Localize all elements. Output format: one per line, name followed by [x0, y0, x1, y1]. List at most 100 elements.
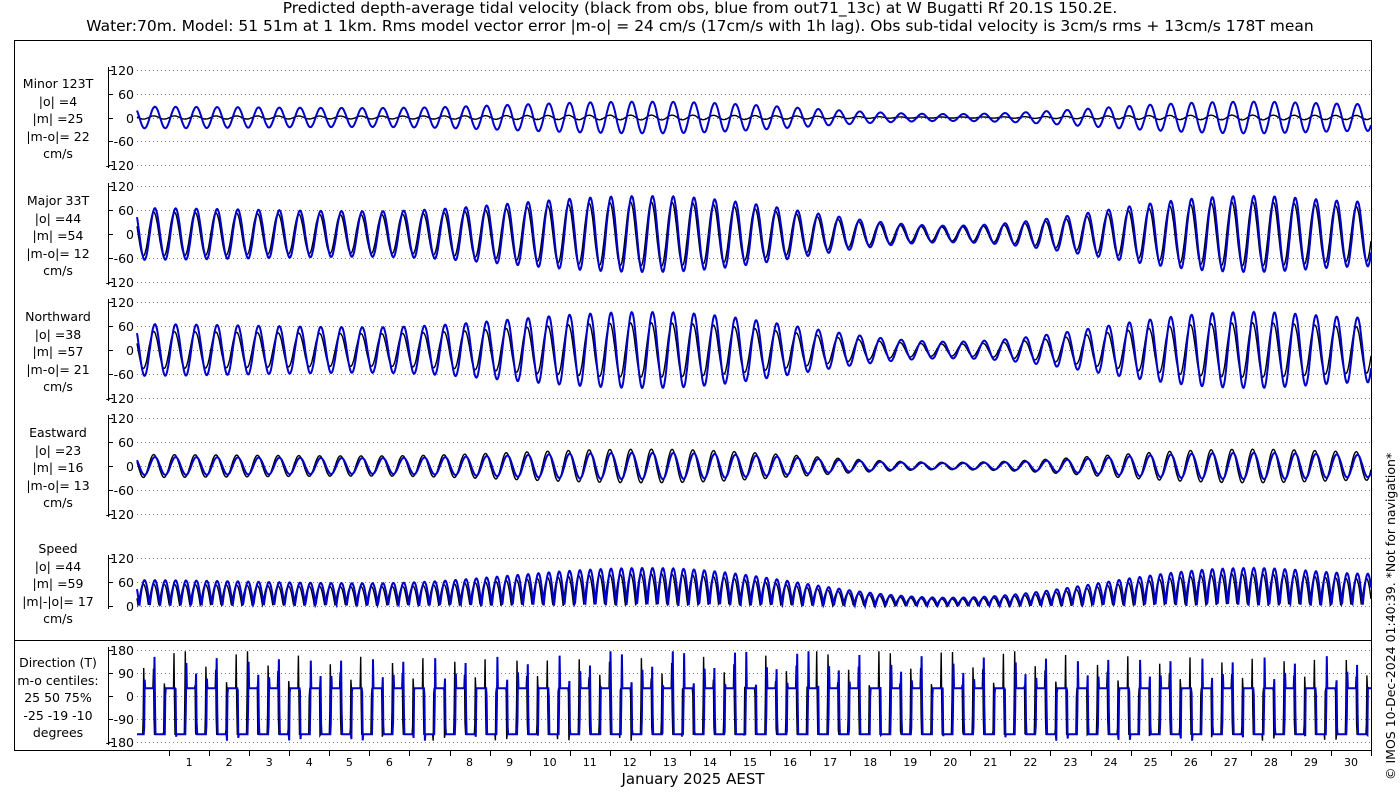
panel-label-line: |o| =23 [34, 442, 82, 458]
y-tick-label: -120 [106, 391, 134, 406]
y-tick-label: -60 [114, 251, 134, 266]
panel-label-minor: Minor 123T |o| =4 |m| =25 |m-o|= 22 cm/s [8, 75, 108, 163]
x-tick-label: 26 [1184, 756, 1198, 769]
x-tick-label: 24 [1104, 756, 1118, 769]
model-series [136, 310, 1372, 390]
y-tick-label: -120 [106, 507, 134, 522]
panel-label-line: cm/s [43, 611, 73, 626]
x-tick-label: 14 [703, 756, 717, 769]
panel-label-line: |m| =25 [32, 111, 84, 126]
y-tick-label: 0 [126, 459, 134, 474]
y-tick-label: -60 [114, 134, 134, 149]
panel-label-east: Eastward |o| =23 |m| =16 |m-o|= 13 cm/s [8, 424, 108, 512]
panel-label-line: m-o centiles: [17, 672, 99, 688]
y-tick-label: 0 [126, 343, 134, 358]
x-tick-label: 10 [543, 756, 557, 769]
x-tick-label: 16 [783, 756, 797, 769]
y-tick-label: 180 [110, 643, 134, 658]
y-tick-label: -180 [106, 735, 134, 750]
x-tick-label: 6 [386, 756, 393, 769]
model-series [136, 566, 1372, 610]
x-tick-label: 30 [1344, 756, 1358, 769]
x-tick-label: 15 [743, 756, 757, 769]
tidal-velocity-chart: -120-60060120-120-60060120-120-60060120-… [14, 40, 1372, 769]
panel-label-line: cm/s [43, 379, 73, 394]
panel-label-speed: Speed |o| =44 |m| =59 |m|-|o|= 17 cm/s [8, 540, 108, 628]
x-tick-label: 2 [226, 756, 233, 769]
y-tick-label: -120 [106, 275, 134, 290]
x-tick-label: 29 [1304, 756, 1318, 769]
model-series [136, 194, 1372, 274]
y-tick-label: 0 [126, 689, 134, 704]
x-tick-label: 9 [506, 756, 513, 769]
panel-label-line: |m| =54 [32, 228, 84, 243]
y-tick-label: 60 [118, 203, 134, 218]
x-tick-label: 21 [983, 756, 997, 769]
x-tick-label: 19 [903, 756, 917, 769]
y-tick-label: -60 [114, 483, 134, 498]
x-tick-label: 17 [823, 756, 837, 769]
panel-label-north: Northward |o| =38 |m| =57 |m-o|= 21 cm/s [8, 308, 108, 396]
panel-label-major: Major 33T |o| =44 |m| =54 |m-o|= 12 cm/s [8, 192, 108, 280]
panel-label-line: |m-o|= 13 [26, 477, 90, 493]
x-tick-label: 25 [1144, 756, 1158, 769]
y-tick-label: 0 [126, 227, 134, 242]
panel-label-line: |o| =44 [34, 210, 82, 226]
copyright-credit: © IMOS 10-Dec-2024 01:40:39. *Not for na… [1383, 452, 1398, 780]
panel-label-line: |m-o|= 12 [26, 245, 90, 261]
y-tick-label: -90 [114, 712, 134, 727]
y-tick-label: 60 [118, 575, 134, 590]
panel-label-line: Minor 123T [22, 76, 94, 91]
y-tick-label: 60 [118, 87, 134, 102]
panel-label-line: |m| =16 [32, 460, 84, 475]
y-tick-label: 90 [118, 666, 134, 681]
x-axis-label: January 2025 AEST [621, 770, 765, 788]
x-tick-label: 8 [466, 756, 473, 769]
panel-label-line: |m| =59 [32, 576, 84, 591]
panel-label-direction: Direction (T) m-o centiles: 25 50 75% -2… [8, 654, 108, 742]
y-tick-label: 120 [110, 411, 134, 426]
y-tick-label: -120 [106, 158, 134, 173]
panel-label-line: |m-o|= 22 [26, 128, 90, 144]
panel-label-line: |m-o|= 21 [26, 361, 90, 377]
panel-label-line: cm/s [43, 146, 73, 161]
x-tick-label: 11 [583, 756, 597, 769]
y-tick-label: 0 [126, 111, 134, 126]
panel-label-line: cm/s [43, 263, 73, 278]
y-tick-label: 60 [118, 319, 134, 334]
panel-label-line: Speed [38, 541, 78, 556]
panel-label-line: cm/s [43, 495, 73, 510]
panel-label-line: Direction (T) [19, 655, 97, 670]
panel-label-line: Northward [25, 309, 91, 324]
y-tick-label: 120 [110, 179, 134, 194]
x-tick-label: 27 [1224, 756, 1238, 769]
x-tick-label: 7 [426, 756, 433, 769]
model-series [136, 100, 1372, 135]
x-tick-label: 5 [346, 756, 353, 769]
x-tick-label: 3 [266, 756, 273, 769]
panel-label-line: Eastward [29, 425, 87, 440]
x-tick-label: 23 [1064, 756, 1078, 769]
panel-label-line: degrees [32, 725, 84, 740]
y-tick-label: -60 [114, 367, 134, 382]
y-tick-label: 120 [110, 63, 134, 78]
y-tick-label: 120 [110, 551, 134, 566]
x-tick-label: 12 [623, 756, 637, 769]
panel-label-line: |m| =57 [32, 344, 84, 359]
panel-label-line: |o| =38 [34, 326, 82, 342]
panel-label-line: |o| =44 [34, 558, 82, 574]
panel-label-line: 25 50 75% [24, 690, 92, 705]
model-series [136, 451, 1372, 481]
panel-label-line: |o| =4 [38, 93, 78, 109]
panel-label-line: Major 33T [26, 193, 90, 208]
x-tick-label: 20 [943, 756, 957, 769]
x-tick-label: 22 [1023, 756, 1037, 769]
x-tick-label: 4 [306, 756, 313, 769]
y-tick-label: 0 [126, 599, 134, 614]
y-tick-label: 120 [110, 295, 134, 310]
x-tick-label: 18 [863, 756, 877, 769]
upper-frame [14, 40, 1372, 641]
x-tick-label: 28 [1264, 756, 1278, 769]
x-tick-label: 1 [186, 756, 193, 769]
model-series [137, 651, 1371, 741]
